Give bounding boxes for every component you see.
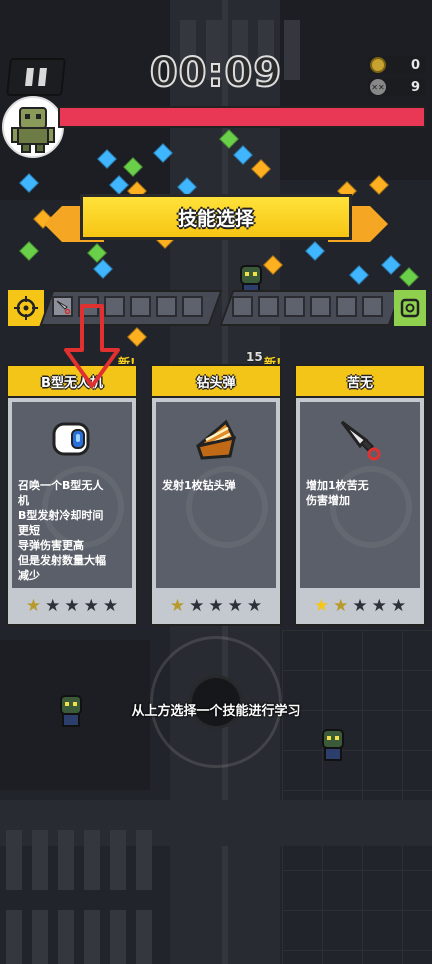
drone-icon: [52, 422, 90, 456]
star-icon: ★: [64, 595, 80, 616]
star-icon: ★: [313, 595, 330, 616]
passive-slot: [310, 296, 331, 317]
kunai-icon: [340, 420, 381, 461]
weapon-slot: [182, 296, 203, 317]
card-title: 钻头弹: [196, 375, 236, 391]
card-rating: ★ ★ ★ ★ ★: [8, 592, 136, 620]
card-header: 苦无: [296, 366, 424, 398]
robot-icon: [11, 107, 55, 153]
kill-count: 9: [410, 79, 420, 95]
drill-shell-icon: [196, 419, 237, 460]
card-description: 发射1枚钻头弹: [162, 479, 236, 492]
star-icon: ★: [352, 595, 368, 616]
coin-icon: [370, 57, 386, 73]
star-icon: ★: [169, 595, 186, 616]
star-icon: ★: [189, 595, 205, 616]
banner-title: 技能选择: [177, 207, 254, 230]
coin-counter: 0: [368, 56, 426, 74]
card-rating: ★ ★ ★ ★ ★: [296, 592, 424, 620]
passive-slot: [258, 296, 279, 317]
weapon-slot: [130, 296, 151, 317]
skill-card-kunai[interactable]: 苦无 增加1枚苦无 伤害增加 ★ ★ ★ ★ ★: [294, 364, 426, 626]
star-icon: ★: [227, 595, 243, 616]
skull-icon: ✕✕: [370, 79, 386, 95]
skill-card-drill-shell[interactable]: 钻头弹 发射1枚钻头弹 ★ ★ ★ ★ ★: [150, 364, 282, 626]
card-header: 钻头弹: [152, 366, 280, 398]
kill-counter: ✕✕ 9: [368, 78, 426, 96]
level-badge: 15: [246, 350, 263, 364]
passive-slot: [336, 296, 357, 317]
card-body: 增加1枚苦无 伤害增加: [300, 402, 420, 588]
instruction-text: 从上方选择一个技能进行学习: [131, 704, 301, 719]
passive-slot: [232, 296, 253, 317]
passive-slot: [362, 296, 383, 317]
card-description: 召唤一个B型无人 机 B型发射冷却时间 更短 导弹伤害更高 但是发射数量大幅 减…: [18, 479, 106, 582]
star-icon: ★: [208, 595, 224, 616]
crosshair-icon: [8, 290, 44, 326]
card-title: 苦无: [346, 375, 373, 391]
star-icon: ★: [83, 595, 99, 616]
skill-select-banner: 技能选择: [80, 194, 352, 240]
card-body: 召唤一个B型无人 机 B型发射冷却时间 更短 导弹伤害更高 但是发射数量大幅 减…: [12, 402, 132, 588]
star-icon: ★: [25, 595, 42, 616]
zombie-sprite: [322, 729, 344, 761]
gear-slot-icon: [394, 290, 426, 326]
weapon-slot: [156, 296, 177, 317]
star-icon: ★: [371, 595, 387, 616]
card-description: 增加1枚苦无 伤害增加: [306, 479, 369, 507]
player-avatar: [2, 96, 64, 158]
card-body: 发射1枚钻头弹: [156, 402, 276, 588]
coin-count: 0: [410, 57, 420, 73]
star-icon: ★: [390, 595, 407, 616]
star-icon: ★: [333, 595, 349, 616]
passive-slot: [284, 296, 305, 317]
star-icon: ★: [45, 595, 61, 616]
star-icon: ★: [246, 595, 263, 616]
skill-card-drone[interactable]: B型无人机 召唤一个B型无人 机 B型发射冷却时间 更短 导弹伤害更高 但是发射…: [6, 364, 138, 626]
card-rating: ★ ★ ★ ★ ★: [152, 592, 280, 620]
star-icon: ★: [102, 595, 119, 616]
boss-health-bar: [58, 106, 426, 128]
tutorial-arrow-down-icon: [64, 304, 120, 388]
